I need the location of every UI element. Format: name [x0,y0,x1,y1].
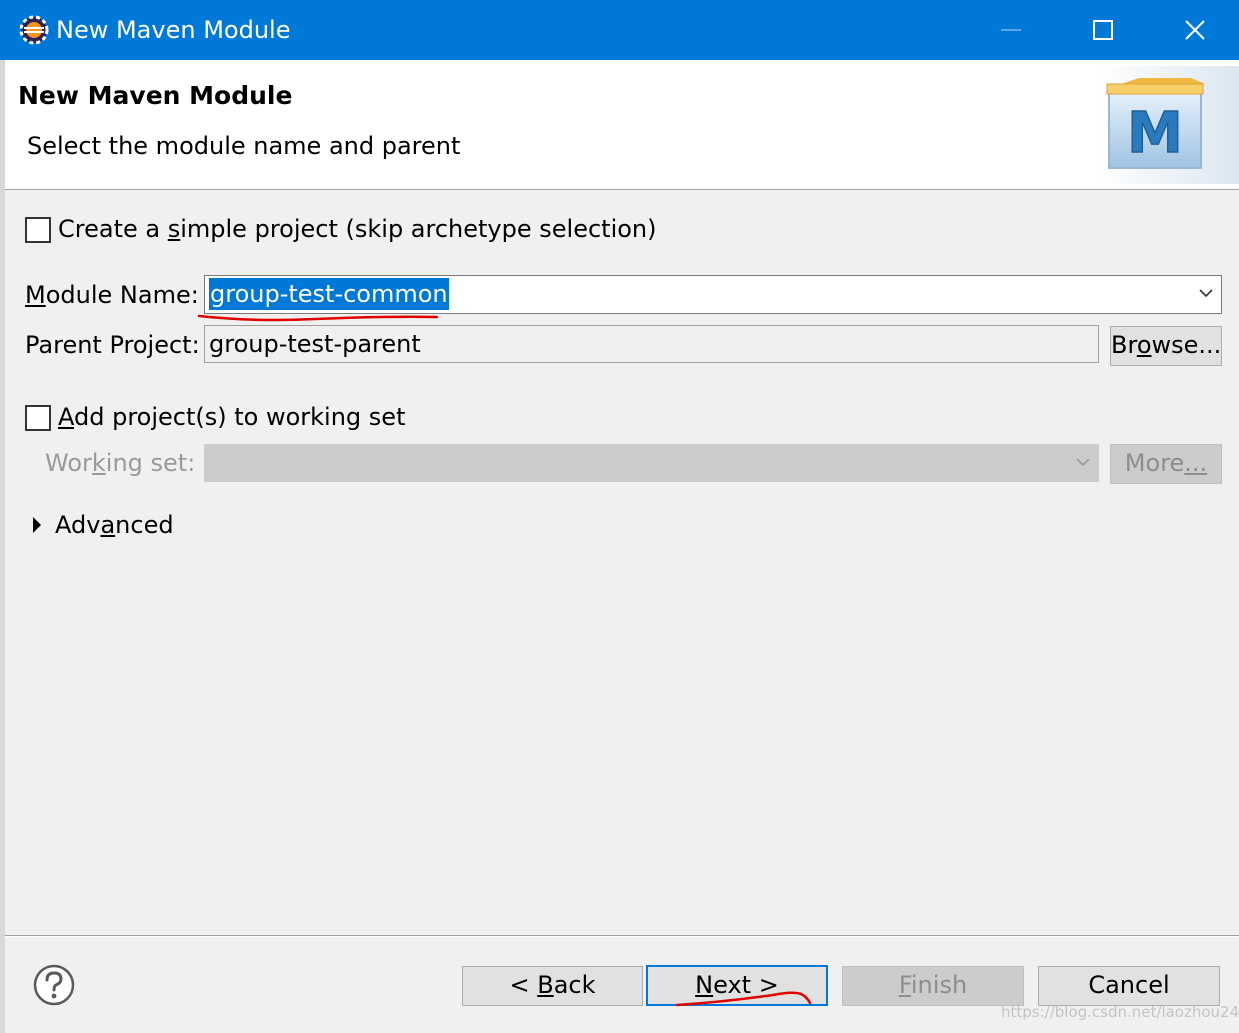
maximize-icon [1093,20,1113,40]
next-label: ext > [713,971,779,999]
close-icon [1185,20,1205,40]
advanced-label: Adv [55,511,101,539]
minimize-button[interactable] [965,0,1057,60]
working-set-checkbox[interactable] [25,405,51,431]
window-titlebar: New Maven Module [0,0,1239,60]
finish-button: Finish [842,966,1024,1006]
back-label-rest: ack [553,971,596,999]
working-set-label-rest: ing set: [105,449,196,477]
wizard-subtitle: Select the module name and parent [27,132,461,160]
maximize-button[interactable] [1057,0,1149,60]
working-set-mnemonic: k [91,449,106,477]
module-name-label-rest: odule Name: [45,281,199,309]
parent-project-field[interactable]: group-test-parent [204,325,1099,363]
more-mnemonic: ... [1184,449,1208,477]
cancel-button[interactable]: Cancel [1038,966,1220,1006]
eclipse-app-icon [19,15,49,45]
finish-label: inish [910,971,968,999]
simple-project-mnemonic: s [167,215,181,243]
module-name-label: Module Name: [25,279,199,311]
finish-mnemonic: F [898,971,911,999]
next-button[interactable]: Next > [646,965,828,1006]
advanced-section-toggle[interactable]: Advanced [55,509,174,541]
working-set-label: Working set: [45,447,195,479]
new-maven-module-dialog: New Maven Module Select the module name … [5,60,1239,1033]
minimize-icon [1001,29,1021,31]
wizard-header: New Maven Module Select the module name … [5,60,1239,190]
back-mnemonic: B [537,971,554,999]
help-icon[interactable] [33,964,75,1006]
browse-label-rest: wse... [1151,331,1222,359]
browse-label: Br [1111,331,1137,359]
back-button[interactable]: < Back [462,966,643,1006]
close-button[interactable] [1149,0,1239,60]
wizard-title: New Maven Module [18,81,293,110]
maven-logo-letter: M [1127,101,1183,166]
window-title: New Maven Module [56,16,291,44]
module-name-value[interactable]: group-test-common [209,278,449,310]
more-label: More [1124,449,1185,477]
parent-project-label: Parent Project: [25,331,200,359]
browse-mnemonic: o [1136,331,1152,359]
simple-project-checkbox[interactable] [25,217,51,243]
module-name-combo[interactable]: group-test-common [204,275,1222,314]
simple-project-label-rest: imple project (skip archetype selection) [180,215,657,243]
watermark: https://blog.csdn.net/laozhou243 [1001,1003,1239,1021]
more-button: More... [1110,444,1222,484]
advanced-label-rest: nced [115,511,174,539]
simple-project-label[interactable]: Create a simple project (skip archetype … [58,213,657,245]
back-label: < [509,971,538,999]
button-bar-separator-highlight [5,936,1239,937]
chevron-down-icon [1076,458,1090,467]
chevron-down-icon[interactable] [1199,288,1213,298]
cancel-label: Cancel [1088,971,1170,999]
working-set-check-mnemonic: A [58,403,74,431]
expand-triangle-icon[interactable] [31,516,43,534]
browse-button[interactable]: Browse... [1110,326,1222,366]
module-name-mnemonic: M [25,281,46,309]
parent-project-value: group-test-parent [209,330,421,358]
working-set-check-label[interactable]: Add project(s) to working set [58,401,405,433]
working-set-label-text: Wor [45,449,92,477]
working-set-combo [204,444,1099,482]
advanced-mnemonic: a [100,511,116,539]
working-set-check-label-rest: dd project(s) to working set [74,403,406,431]
simple-project-label-text: Create a [58,215,168,243]
maven-logo-icon: M [1099,66,1239,184]
next-mnemonic: N [695,971,714,999]
